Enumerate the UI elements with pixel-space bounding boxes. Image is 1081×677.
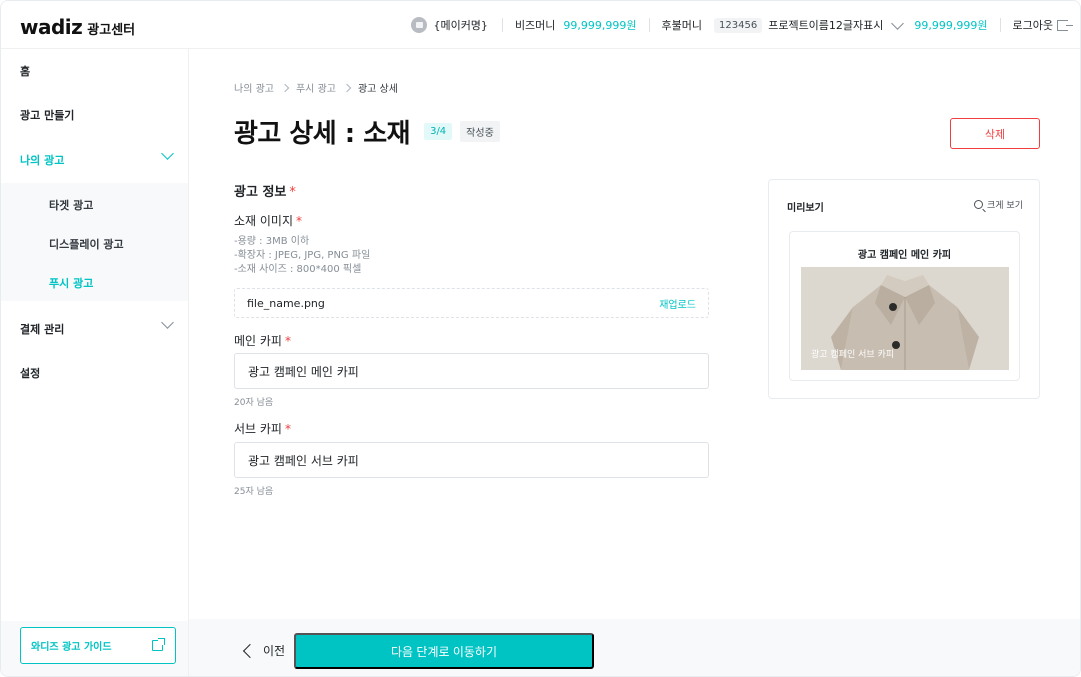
wadiz-logo[interactable]: wadiz 광고센터 xyxy=(20,15,135,39)
prev-button[interactable]: 이전 xyxy=(241,642,285,659)
page-title: 광고 상세 : 소재 xyxy=(234,119,411,149)
chevron-down-icon[interactable] xyxy=(161,316,174,329)
file-upload-row: file_name.png 재업로드 xyxy=(234,288,709,318)
delete-button[interactable]: 삭제 xyxy=(950,118,1040,149)
push-preview-title: 광고 캠페인 메인 카피 xyxy=(857,250,952,261)
biz-money-label: 비즈머니 xyxy=(514,19,556,32)
breadcrumb-current: 광고 상세 xyxy=(357,84,398,95)
sidebar-item-my-ads[interactable]: 나의 광고 xyxy=(20,152,64,168)
chevron-left-icon xyxy=(242,643,258,658)
chevron-right-icon xyxy=(342,83,352,92)
maker-avatar-icon xyxy=(411,17,428,33)
header-divider xyxy=(999,18,1001,32)
chevron-down-icon[interactable] xyxy=(161,147,174,160)
guide-extension: -확장자 : JPEG, JPG, PNG 파일 xyxy=(234,250,371,261)
header-account-info: {메이커명} 비즈머니 99,999,999원 후불머니 123456 프로젝트… xyxy=(411,1,1073,49)
ad-guide-button[interactable]: 와디즈 광고 가이드 xyxy=(20,627,176,664)
sub-copy-input[interactable] xyxy=(234,442,709,478)
ad-guide-label: 와디즈 광고 가이드 xyxy=(31,642,112,653)
breadcrumb-push-ads[interactable]: 푸시 광고 xyxy=(296,80,336,95)
sidebar-item-target-ads[interactable]: 타겟 광고 xyxy=(49,197,93,213)
biz-money-value: 99,999,999원 xyxy=(563,19,637,32)
sidebar-item-push-ads[interactable]: 푸시 광고 xyxy=(49,275,93,291)
breadcrumb: 나의 광고 푸시 광고 광고 상세 xyxy=(234,80,398,95)
zoom-button[interactable]: 크게 보기 xyxy=(974,198,1023,211)
push-preview-image: 광고 캠페인 서브 카피 xyxy=(801,267,1009,370)
sub-copy-label: 서브 카피 * xyxy=(234,420,291,437)
image-label-text: 소재 이미지 xyxy=(234,214,294,228)
search-icon xyxy=(974,200,984,209)
sidebar: 홈 광고 만들기 나의 광고 타겟 광고 디스플레이 광고 푸시 광고 결제 관… xyxy=(1,49,189,676)
prev-label: 이전 xyxy=(263,644,286,658)
external-link-icon xyxy=(152,638,165,651)
project-name: 프로젝트이름12글자표시 xyxy=(768,19,884,32)
ad-center-app: wadiz 광고센터 {메이커명} 비즈머니 99,999,999원 후불머니 … xyxy=(0,0,1081,677)
page-title-row: 광고 상세 : 소재 3/4 작성중 xyxy=(234,113,500,150)
logo-wordmark: wadiz xyxy=(20,15,83,39)
postpaid-label: 후불머니 xyxy=(661,19,703,32)
header-divider xyxy=(501,18,503,32)
breadcrumb-my-ads[interactable]: 나의 광고 xyxy=(234,80,274,95)
maker-name: {메이커명} xyxy=(433,19,488,32)
guide-dimensions: -소재 사이즈 : 800*400 픽셀 xyxy=(234,264,362,275)
required-mark: * xyxy=(289,185,296,200)
sub-copy-char-count: 25자 남음 xyxy=(234,487,274,497)
sidebar-item-create-ad[interactable]: 광고 만들기 xyxy=(20,107,74,123)
required-mark: * xyxy=(284,334,291,348)
next-step-button[interactable]: 다음 단계로 이동하기 xyxy=(294,633,594,669)
required-mark: * xyxy=(284,422,291,436)
logo-subtitle: 광고센터 xyxy=(87,23,136,38)
sidebar-item-display-ads[interactable]: 디스플레이 광고 xyxy=(49,236,124,252)
file-name: file_name.png xyxy=(247,296,325,310)
main-copy-input[interactable] xyxy=(234,353,709,389)
push-preview-subcopy: 광고 캠페인 서브 카피 xyxy=(811,350,895,360)
chevron-right-icon xyxy=(280,83,290,92)
postpaid-money: 후불머니 xyxy=(662,17,714,33)
ad-info-section-title: 광고 정보 * xyxy=(234,181,296,200)
main-copy-label: 메인 카피 * xyxy=(234,332,291,349)
logout-button[interactable]: 로그아웃 xyxy=(1012,17,1073,33)
main-copy-label-text: 메인 카피 xyxy=(234,334,282,348)
status-badge: 작성중 xyxy=(460,121,500,142)
zoom-label: 크게 보기 xyxy=(987,201,1023,211)
biz-money: 비즈머니 99,999,999원 xyxy=(515,17,649,33)
main-copy-char-count: 20자 남음 xyxy=(234,398,274,408)
push-preview-card: 광고 캠페인 메인 카피 광고 캠페인 서브 카피 xyxy=(789,231,1020,381)
project-id-badge: 123456 xyxy=(714,17,763,33)
project-selector[interactable]: 123456 프로젝트이름12글자표시 99,999,999원 xyxy=(714,16,1000,33)
image-field-label: 소재 이미지 * xyxy=(234,212,302,229)
sidebar-item-home[interactable]: 홈 xyxy=(20,63,30,79)
reupload-button[interactable]: 재업로드 xyxy=(659,296,696,311)
top-header: wadiz 광고센터 {메이커명} 비즈머니 99,999,999원 후불머니 … xyxy=(1,1,1080,49)
sub-copy-label-text: 서브 카피 xyxy=(234,422,282,436)
image-guidelines: -용량 : 3MB 이하 -확장자 : JPEG, JPG, PNG 파일 -소… xyxy=(234,235,370,277)
header-divider xyxy=(648,18,650,32)
my-ads-submenu: 타겟 광고 디스플레이 광고 푸시 광고 xyxy=(1,183,188,301)
preview-panel: 미리보기 크게 보기 광고 캠페인 메인 카피 광고 캠페인 서브 카피 xyxy=(768,179,1040,399)
logout-label: 로그아웃 xyxy=(1012,19,1053,32)
maker-info: {메이커명} xyxy=(411,17,501,33)
chevron-down-icon xyxy=(891,16,905,30)
sidebar-item-settings[interactable]: 설정 xyxy=(20,365,40,381)
logout-icon xyxy=(1057,19,1073,31)
sidebar-item-billing[interactable]: 결제 관리 xyxy=(20,321,64,337)
section-title-text: 광고 정보 xyxy=(234,185,287,200)
preview-title: 미리보기 xyxy=(787,203,824,214)
project-money-value: 99,999,999원 xyxy=(914,19,988,32)
required-mark: * xyxy=(296,214,303,228)
guide-size: -용량 : 3MB 이하 xyxy=(234,236,310,247)
step-badge: 3/4 xyxy=(424,123,453,140)
